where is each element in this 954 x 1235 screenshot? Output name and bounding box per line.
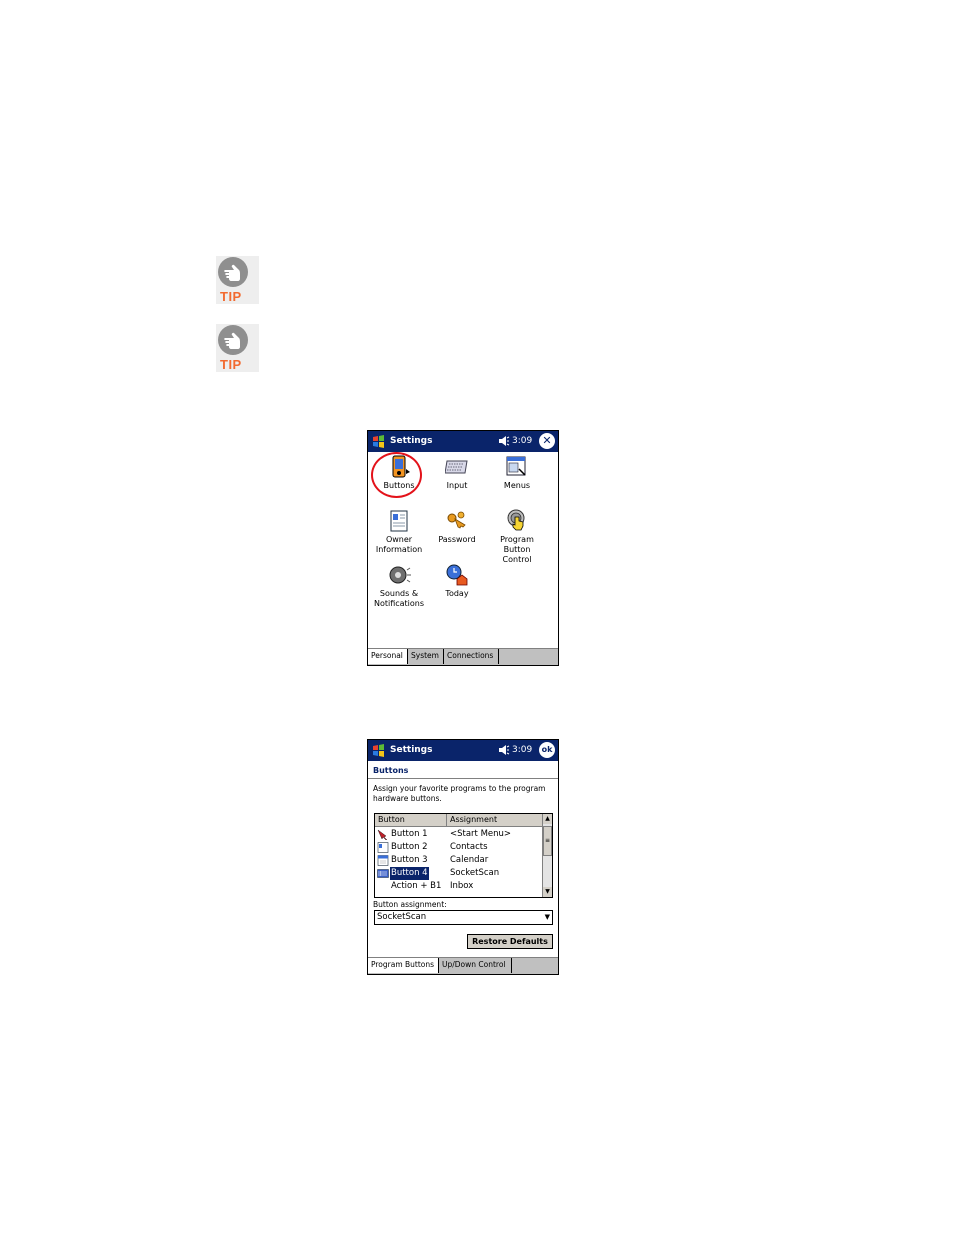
speaker-sound-icon bbox=[389, 566, 411, 584]
title-bar: Settings 3:09 ok bbox=[368, 740, 558, 761]
page-heading: Buttons bbox=[373, 766, 409, 775]
button-assignment-dropdown[interactable]: SocketScan ▼ bbox=[374, 910, 553, 925]
pointing-hand-icon bbox=[218, 257, 248, 287]
settings-item-password[interactable]: Password bbox=[426, 509, 488, 545]
description-text: Assign your favorite programs to the pro… bbox=[373, 784, 546, 803]
button-name: Button 1 bbox=[391, 829, 428, 839]
restore-defaults-button[interactable]: Restore Defaults bbox=[467, 934, 553, 949]
tab-bar: Program Buttons Up/Down Control bbox=[368, 957, 558, 974]
assignment-value: Inbox bbox=[450, 881, 474, 891]
menus-icon bbox=[506, 456, 526, 476]
button-name-selected: Button 4 bbox=[390, 867, 429, 880]
close-icon: ✕ bbox=[542, 434, 552, 447]
keyboard-icon bbox=[445, 460, 468, 474]
tip-label: TIP bbox=[220, 289, 242, 304]
settings-item-menus[interactable]: Menus bbox=[486, 455, 548, 491]
divider bbox=[368, 778, 558, 779]
table-row[interactable]: Button 1 <Start Menu> bbox=[375, 828, 542, 841]
chevron-down-icon: ▼ bbox=[544, 913, 550, 921]
settings-item-input[interactable]: Input bbox=[426, 455, 488, 491]
pointing-hand-icon bbox=[218, 325, 248, 355]
table-row[interactable]: Button 4 SocketScan bbox=[375, 867, 542, 880]
button-name: Button 2 bbox=[391, 842, 428, 852]
keys-icon bbox=[447, 511, 466, 529]
settings-item-label: Today bbox=[445, 589, 469, 598]
settings-item-program-button-control[interactable]: Program Button Control bbox=[486, 509, 548, 565]
clock[interactable]: 3:09 bbox=[512, 436, 532, 446]
window-title: Settings bbox=[390, 745, 433, 755]
assignment-value: SocketScan bbox=[450, 868, 500, 878]
calendar-icon bbox=[377, 855, 389, 866]
button-name: Action + B1 bbox=[391, 881, 442, 891]
scroll-thumb[interactable]: ≡ bbox=[543, 826, 552, 856]
tab-bar: Personal System Connections bbox=[368, 648, 558, 665]
button-assignment-list[interactable]: Button Assignment Button 1 <Start Menu> … bbox=[374, 813, 553, 898]
windows-start-icon[interactable] bbox=[370, 433, 387, 450]
title-bar: Settings 3:09 ✕ bbox=[368, 431, 558, 452]
settings-item-label: Menus bbox=[503, 481, 531, 490]
settings-item-label: Owner Information bbox=[375, 535, 423, 554]
button-name: Button 3 bbox=[391, 855, 428, 865]
barcode-scanner-icon bbox=[377, 869, 389, 878]
settings-item-label: Program Button Control bbox=[500, 535, 534, 564]
hand-press-icon bbox=[507, 509, 525, 531]
column-header-button[interactable]: Button bbox=[375, 814, 447, 827]
list-scrollbar[interactable]: ▲ ≡ ▼ bbox=[542, 814, 552, 897]
table-row[interactable]: Button 3 Calendar bbox=[375, 854, 542, 867]
scroll-down-arrow-icon[interactable]: ▼ bbox=[543, 887, 552, 897]
windows-start-icon[interactable] bbox=[370, 742, 387, 759]
settings-item-owner-information[interactable]: Owner Information bbox=[368, 509, 430, 555]
settings-item-label: Sounds & Notifications bbox=[373, 589, 425, 608]
speaker-icon[interactable] bbox=[498, 744, 510, 756]
column-header-assignment[interactable]: Assignment bbox=[447, 814, 543, 827]
assignment-value: Contacts bbox=[450, 842, 488, 852]
ok-button[interactable]: ok bbox=[539, 742, 555, 758]
start-menu-icon bbox=[377, 829, 388, 840]
table-row[interactable]: Action + B1 Inbox bbox=[375, 880, 542, 893]
speaker-icon[interactable] bbox=[498, 435, 510, 447]
clock[interactable]: 3:09 bbox=[512, 745, 532, 755]
today-clock-house-icon bbox=[446, 564, 468, 586]
buttons-settings-screen: Settings 3:09 ok Buttons Assign your fav… bbox=[367, 739, 559, 975]
dropdown-value: SocketScan bbox=[377, 912, 427, 922]
assignment-value: <Start Menu> bbox=[450, 829, 512, 839]
owner-card-icon bbox=[390, 510, 408, 532]
scroll-up-arrow-icon[interactable]: ▲ bbox=[543, 814, 552, 824]
tip-label: TIP bbox=[220, 357, 242, 372]
button-assignment-label: Button assignment: bbox=[373, 900, 447, 909]
tip-badge: TIP bbox=[216, 324, 259, 372]
close-button[interactable]: ✕ bbox=[539, 433, 555, 449]
settings-item-today[interactable]: Today bbox=[426, 563, 488, 599]
tab-personal[interactable]: Personal bbox=[368, 649, 408, 664]
window-title: Settings bbox=[390, 436, 433, 446]
table-row[interactable]: Button 2 Contacts bbox=[375, 841, 542, 854]
settings-item-label: Password bbox=[438, 535, 476, 544]
settings-item-label: Input bbox=[446, 481, 468, 490]
contacts-icon bbox=[377, 842, 389, 853]
settings-item-sounds-notifications[interactable]: Sounds & Notifications bbox=[368, 563, 430, 609]
tab-program-buttons[interactable]: Program Buttons bbox=[368, 958, 439, 973]
tip-badge: TIP bbox=[216, 256, 259, 304]
settings-screen: Settings 3:09 ✕ Buttons Input Menus Owne… bbox=[367, 430, 559, 666]
tab-up-down-control[interactable]: Up/Down Control bbox=[439, 958, 512, 973]
highlight-circle bbox=[371, 452, 422, 498]
tab-connections[interactable]: Connections bbox=[444, 649, 499, 664]
assignment-value: Calendar bbox=[450, 855, 489, 865]
tab-system[interactable]: System bbox=[408, 649, 444, 664]
